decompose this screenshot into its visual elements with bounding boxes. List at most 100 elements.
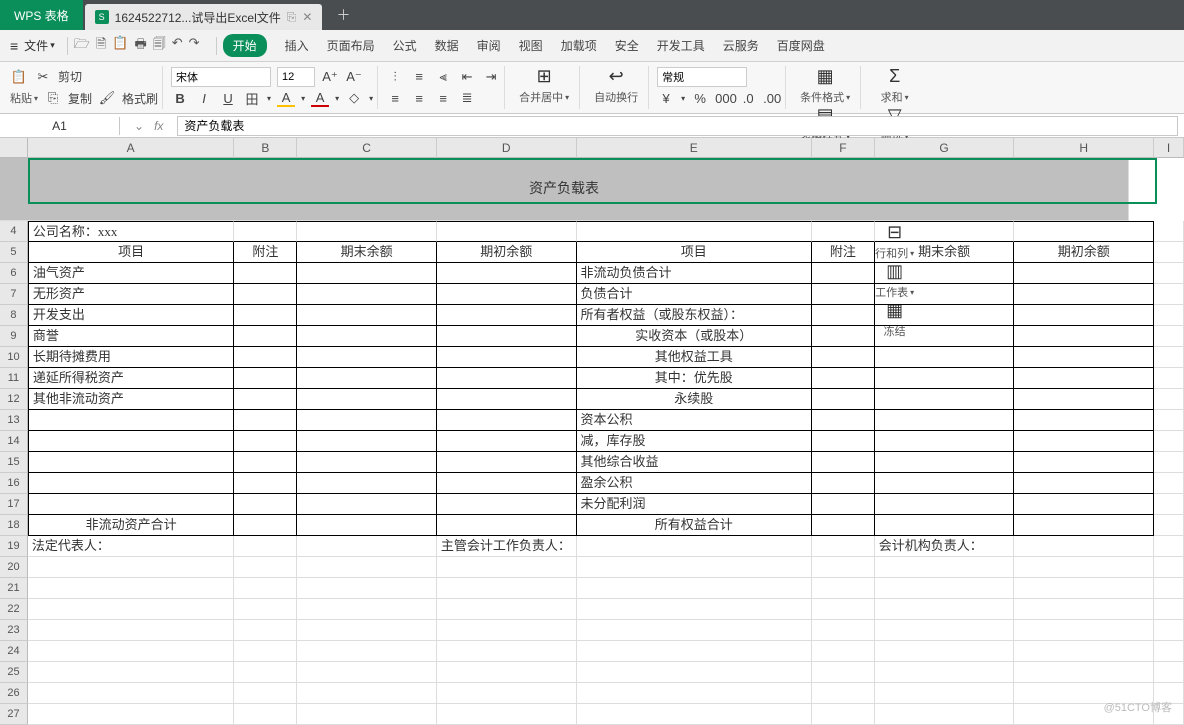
brush-icon[interactable]: 🖌 — [98, 90, 116, 106]
cell[interactable]: 减，库存股 — [577, 431, 812, 452]
name-dropdown-icon[interactable]: ⌄ — [134, 119, 144, 133]
col-header[interactable]: E — [577, 138, 812, 158]
cell[interactable] — [812, 683, 875, 704]
cell[interactable] — [28, 557, 234, 578]
cell[interactable] — [234, 704, 297, 725]
cell[interactable] — [28, 704, 234, 725]
cell[interactable] — [812, 326, 875, 347]
cell[interactable] — [1014, 662, 1154, 683]
cell[interactable] — [1014, 284, 1154, 305]
cell[interactable] — [297, 515, 437, 536]
cell[interactable]: 所有权益合计 — [577, 515, 812, 536]
cell[interactable] — [812, 452, 875, 473]
cell[interactable] — [812, 704, 875, 725]
cell[interactable] — [577, 221, 812, 242]
cell[interactable] — [875, 494, 1015, 515]
cell[interactable] — [234, 263, 297, 284]
cell[interactable] — [437, 368, 577, 389]
print-icon[interactable]: 📋 — [112, 35, 128, 57]
cell[interactable] — [812, 347, 875, 368]
cell[interactable] — [297, 473, 437, 494]
cell[interactable] — [875, 368, 1015, 389]
cell[interactable] — [1014, 389, 1154, 410]
cell[interactable] — [234, 620, 297, 641]
cell[interactable] — [1014, 452, 1154, 473]
row-header[interactable]: 6 — [0, 263, 28, 284]
cell[interactable]: 油气资产 — [28, 263, 234, 284]
cell[interactable] — [875, 305, 1015, 326]
tab-addins[interactable]: 加载项 — [561, 37, 597, 54]
cell[interactable] — [297, 284, 437, 305]
row-header[interactable]: 21 — [0, 578, 28, 599]
cell[interactable] — [437, 578, 577, 599]
row-header[interactable]: 26 — [0, 683, 28, 704]
cell[interactable] — [297, 326, 437, 347]
cell[interactable] — [812, 389, 875, 410]
cell[interactable] — [812, 263, 875, 284]
cell[interactable] — [812, 641, 875, 662]
cell[interactable]: 无形资产 — [28, 284, 234, 305]
cell[interactable] — [234, 515, 297, 536]
name-box[interactable]: A1 — [0, 117, 120, 135]
cell[interactable] — [1014, 326, 1154, 347]
cell[interactable] — [437, 494, 577, 515]
row-header[interactable]: 8 — [0, 305, 28, 326]
cell[interactable] — [812, 578, 875, 599]
cell[interactable] — [812, 557, 875, 578]
cell[interactable] — [437, 389, 577, 410]
cell[interactable] — [875, 683, 1015, 704]
save-icon[interactable]: 🗎 — [96, 35, 106, 57]
align-center-icon[interactable]: ≡ — [410, 91, 428, 106]
cell[interactable] — [1154, 452, 1184, 473]
cell[interactable] — [1154, 557, 1184, 578]
italic-icon[interactable]: I — [195, 91, 213, 106]
cell[interactable] — [234, 683, 297, 704]
cell[interactable]: 商誉 — [28, 326, 234, 347]
export-icon[interactable]: 🗐 — [153, 35, 166, 57]
cell[interactable] — [812, 662, 875, 683]
cell[interactable] — [1154, 347, 1184, 368]
cell[interactable] — [437, 704, 577, 725]
row-header[interactable]: 23 — [0, 620, 28, 641]
cell[interactable] — [234, 326, 297, 347]
col-header[interactable]: B — [234, 138, 297, 158]
inc-decimal-icon[interactable]: .0 — [739, 91, 757, 106]
cell[interactable]: 未分配利润 — [577, 494, 812, 515]
cell[interactable]: 附注 — [234, 242, 297, 263]
percent-icon[interactable]: % — [691, 91, 709, 106]
cell[interactable] — [297, 431, 437, 452]
row-header[interactable]: 14 — [0, 431, 28, 452]
cell[interactable] — [234, 221, 297, 242]
cell[interactable] — [1014, 620, 1154, 641]
cell[interactable] — [1154, 389, 1184, 410]
row-header[interactable]: 19 — [0, 536, 28, 557]
cell[interactable] — [28, 452, 234, 473]
cell[interactable] — [28, 410, 234, 431]
cell[interactable]: 其他权益工具 — [577, 347, 812, 368]
fill-color-icon[interactable]: A — [277, 90, 295, 107]
cell[interactable] — [234, 389, 297, 410]
cell[interactable] — [1014, 599, 1154, 620]
cell[interactable] — [875, 221, 1015, 242]
row-header[interactable]: 12 — [0, 389, 28, 410]
col-header[interactable]: F — [812, 138, 875, 158]
cell[interactable] — [1014, 368, 1154, 389]
cell[interactable] — [1154, 221, 1184, 242]
row-header[interactable]: 24 — [0, 641, 28, 662]
cell[interactable] — [28, 683, 234, 704]
align-top-icon[interactable]: ⫶ — [386, 69, 404, 85]
open-icon[interactable]: 🗁 — [74, 35, 90, 57]
cell[interactable] — [875, 431, 1015, 452]
cell[interactable] — [875, 578, 1015, 599]
cell[interactable]: 期初余额 — [1014, 242, 1154, 263]
cell[interactable] — [875, 452, 1015, 473]
highlight-icon[interactable]: ◇ — [345, 90, 363, 106]
tab-baidu[interactable]: 百度网盘 — [777, 37, 825, 54]
merge-center-button[interactable]: ⊞合并居中▾ — [513, 66, 575, 105]
cell[interactable] — [297, 557, 437, 578]
row-header[interactable]: 11 — [0, 368, 28, 389]
cell[interactable]: 期初余额 — [437, 242, 577, 263]
tab-view[interactable]: 视图 — [519, 37, 543, 54]
cell[interactable]: 负债合计 — [577, 284, 812, 305]
cell[interactable]: 所有者权益（或股东权益）： — [577, 305, 812, 326]
